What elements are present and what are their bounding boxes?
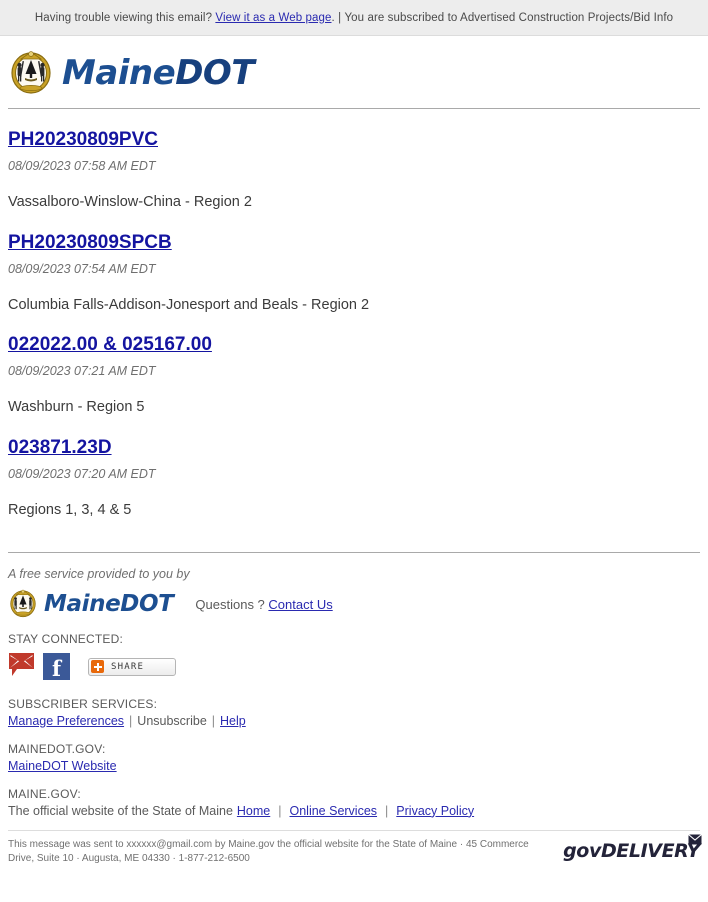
article-timestamp: 08/09/2023 07:21 AM EDT	[8, 364, 156, 379]
article-timestamp: 08/09/2023 07:54 AM EDT	[8, 261, 156, 276]
facebook-glyph: f	[51, 656, 62, 682]
share-button-label: SHARE	[111, 661, 145, 672]
unsubscribe-link[interactable]: Unsubscribe	[137, 714, 206, 728]
article-item: PH20230809PVC 08/09/2023 07:58 AM EDT Va…	[8, 109, 700, 212]
link-separator: |	[385, 803, 389, 818]
share-button[interactable]: SHARE	[88, 657, 176, 676]
masthead: MaineDOT	[0, 36, 708, 98]
article-item: PH20230809SPCB 08/09/2023 07:54 AM EDT C…	[8, 212, 700, 315]
manage-preferences-link[interactable]: Manage Preferences	[8, 714, 124, 728]
questions-label: Questions ?	[195, 597, 265, 613]
online-services-link[interactable]: Online Services	[290, 804, 378, 818]
free-service-text: A free service provided to you by	[8, 566, 190, 581]
footer-wordmark-dot: DOT	[120, 591, 174, 618]
article-title-link[interactable]: PH20230809PVC	[8, 129, 158, 151]
maine-gov-lead-text: The official website of the State of Mai…	[8, 803, 233, 818]
envelope-icon	[688, 832, 702, 850]
article-title-link[interactable]: 023871.23D	[8, 437, 112, 459]
article-item: 023871.23D 08/09/2023 07:20 AM EDT Regio…	[8, 417, 700, 520]
article-body-text: Vassalboro-Winslow-China - Region 2	[8, 193, 252, 210]
article-timestamp: 08/09/2023 07:20 AM EDT	[8, 466, 156, 481]
footer: A free service provided to you by MaineD…	[0, 567, 708, 818]
mainedot-website-link[interactable]: MaineDOT Website	[8, 759, 117, 773]
article-title-link[interactable]: 022022.00 & 025167.00	[8, 334, 212, 356]
maine-state-seal-icon	[8, 47, 54, 100]
legal-text: This message was sent to xxxxxx@gmail.co…	[8, 838, 529, 865]
article-list: PH20230809PVC 08/09/2023 07:58 AM EDT Va…	[0, 109, 708, 520]
maine-state-seal-icon	[8, 587, 38, 623]
questions-text: Questions ? Contact Us	[195, 597, 332, 612]
social-links-row: f SHARE	[8, 651, 700, 683]
subscriber-services-label: SUBSCRIBER SERVICES:	[8, 696, 158, 711]
mainedot-wordmark: MaineDOT	[62, 53, 255, 93]
govdelivery-logo: govDELIVERY	[563, 833, 702, 862]
govdelivery-gov: gov	[563, 839, 601, 862]
legal-footer: This message was sent to xxxxxx@gmail.co…	[0, 831, 708, 867]
footer-brand-row: MaineDOT Questions ? Contact Us	[8, 587, 700, 623]
article-title-link[interactable]: PH20230809SPCB	[8, 232, 172, 254]
wordmark-maine: Maine	[62, 53, 176, 93]
govdelivery-wordmark: govDELIVERY	[563, 840, 700, 862]
article-item: 022022.00 & 025167.00 08/09/2023 07:21 A…	[8, 314, 700, 417]
maine-gov-label: MAINE.GOV:	[8, 786, 81, 801]
mainedot-gov-label: MAINEDOT.GOV:	[8, 741, 106, 756]
preheader-separator: |	[338, 11, 342, 24]
footer-divider	[8, 551, 700, 553]
article-body-text: Columbia Falls-Addison-Jonesport and Bea…	[8, 296, 370, 313]
email-icon[interactable]	[8, 651, 35, 683]
preheader-lead-text: Having trouble viewing this email?	[34, 11, 213, 24]
article-timestamp: 08/09/2023 07:58 AM EDT	[8, 158, 156, 173]
help-link[interactable]: Help	[220, 714, 246, 728]
view-as-web-page-link[interactable]: View it as a Web page	[215, 12, 331, 24]
home-link[interactable]: Home	[237, 804, 270, 818]
link-separator: |	[278, 803, 282, 818]
subscriber-services-links: Manage Preferences | Unsubscribe | Help	[8, 714, 700, 728]
footer-mainedot-wordmark: MaineDOT	[44, 591, 174, 618]
link-separator: |	[211, 713, 216, 728]
article-body-text: Regions 1, 3, 4 & 5	[8, 501, 132, 518]
plus-icon	[91, 660, 104, 674]
facebook-icon[interactable]: f	[43, 653, 70, 682]
footer-wordmark-maine: Maine	[44, 591, 121, 618]
maine-gov-links: The official website of the State of Mai…	[8, 804, 700, 818]
wordmark-dot: DOT	[175, 53, 255, 93]
contact-us-link[interactable]: Contact Us	[268, 597, 332, 612]
preheader-bar: Having trouble viewing this email? View …	[0, 0, 708, 36]
stay-connected-label: STAY CONNECTED:	[8, 631, 124, 646]
preheader-subscription-text: You are subscribed to Advertised Constru…	[344, 11, 674, 24]
govdelivery-delivery: DELIVERY	[600, 839, 700, 862]
privacy-policy-link[interactable]: Privacy Policy	[396, 804, 474, 818]
article-body-text: Washburn - Region 5	[8, 399, 145, 416]
mainedot-gov-links: MaineDOT Website	[8, 759, 700, 773]
link-separator: |	[129, 713, 133, 728]
